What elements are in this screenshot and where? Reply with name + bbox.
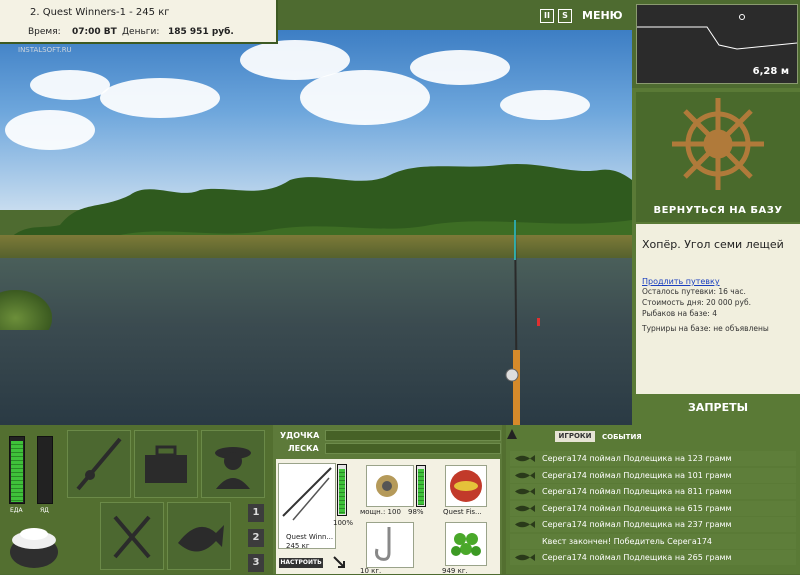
setup-button[interactable]: НАСТРОИТЬ bbox=[279, 558, 323, 568]
food-pot-icon[interactable] bbox=[6, 518, 62, 570]
sound-button[interactable]: S bbox=[558, 9, 572, 23]
time-value: 07:00 ВТ bbox=[72, 27, 117, 37]
event-row: Серега174 поймал Подлещика на 811 грамм bbox=[510, 484, 796, 499]
line-tension-label: ЛЕСКА bbox=[288, 444, 319, 453]
food-fill bbox=[11, 441, 23, 502]
event-row: Квест закончен! Победитель Серега174 bbox=[510, 533, 796, 549]
base-info-panel: Хопёр. Угол семи лещей Продлить путевку … bbox=[636, 224, 800, 394]
reel-power-label: мощн.: 100 bbox=[360, 508, 401, 516]
bait-slot[interactable] bbox=[445, 522, 487, 566]
slot-3-button[interactable]: 3 bbox=[248, 554, 264, 572]
kitchen-button[interactable] bbox=[100, 502, 164, 570]
lure-slot[interactable] bbox=[445, 465, 487, 507]
event-text: Серега174 поймал Подлещика на 265 грамм bbox=[542, 553, 732, 562]
fish-icon bbox=[178, 525, 224, 552]
rod-name: Quest Winn... bbox=[286, 533, 334, 541]
catch-button[interactable] bbox=[167, 502, 231, 570]
return-to-base-button[interactable]: ВЕРНУТЬСЯ НА БАЗУ bbox=[636, 205, 800, 216]
time-label: Время: bbox=[28, 27, 61, 37]
info-line: Стоимость дня: 20 000 руб. bbox=[642, 298, 751, 307]
rod-tension-bar bbox=[325, 430, 501, 441]
depth-value: 6,28 м bbox=[752, 66, 789, 77]
fish-icon bbox=[515, 554, 535, 561]
rod-weight: 245 кг bbox=[286, 542, 310, 550]
lure-icon bbox=[450, 470, 482, 502]
fish-icon bbox=[515, 504, 535, 512]
rod-tension-label: УДОЧКА bbox=[280, 431, 320, 440]
reel-slot[interactable] bbox=[366, 465, 414, 507]
ship-wheel-icon bbox=[672, 98, 764, 190]
tackle-box-button[interactable] bbox=[134, 430, 198, 498]
rods-button[interactable] bbox=[67, 430, 131, 498]
slot-1-button[interactable]: 1 bbox=[248, 504, 264, 522]
rod-icon bbox=[76, 437, 122, 491]
expand-arrow-icon[interactable] bbox=[333, 556, 345, 568]
tab-events[interactable]: СОБЫТИЯ bbox=[602, 433, 642, 441]
knife-fork-icon bbox=[113, 515, 151, 559]
event-row: Серега174 поймал Подлещика на 123 грамм bbox=[510, 451, 796, 466]
fish-icon bbox=[515, 488, 535, 495]
collapse-arrow-icon[interactable] bbox=[506, 428, 518, 440]
event-text: Серега174 поймал Подлещика на 811 грамм bbox=[542, 487, 732, 496]
hook-icon bbox=[375, 527, 391, 561]
food-bar bbox=[9, 436, 25, 504]
line-tension-bar bbox=[325, 443, 501, 454]
poison-label: ЯД bbox=[40, 507, 49, 514]
event-row: Серега174 поймал Подлещика на 237 грамм bbox=[510, 517, 796, 532]
poison-bar bbox=[37, 436, 53, 504]
trip-info-panel: 2. Quest Winners-1 - 245 кг Время: 07:00… bbox=[0, 0, 278, 44]
slot-2-button[interactable]: 2 bbox=[248, 529, 264, 547]
event-row: Серега174 поймал Подлещика на 101 грамм bbox=[510, 467, 796, 483]
fisherman-icon bbox=[215, 447, 251, 489]
bans-button[interactable]: ЗАПРЕТЫ bbox=[636, 401, 800, 414]
peas-icon bbox=[451, 533, 481, 556]
fish-icon bbox=[515, 471, 535, 479]
base-emblem-area[interactable] bbox=[636, 92, 800, 222]
food-label: ЕДА bbox=[10, 507, 23, 514]
character-button[interactable] bbox=[201, 430, 265, 498]
reeds bbox=[0, 290, 52, 330]
info-line: Турниры на базе: не объявлены bbox=[642, 324, 769, 333]
fishing-rod[interactable] bbox=[490, 220, 540, 425]
fish-icon bbox=[515, 521, 535, 528]
rod-durability-bar bbox=[337, 464, 347, 516]
tackle-box-icon bbox=[145, 445, 187, 483]
reel-durability-bar bbox=[416, 465, 426, 507]
reel-icon bbox=[376, 475, 398, 497]
extend-permit-link[interactable]: Продлить путевку bbox=[642, 277, 794, 286]
event-text: Серега174 поймал Подлещика на 123 грамм bbox=[542, 454, 732, 463]
reel-value: 98% bbox=[408, 508, 424, 516]
watermark: INSTALSOFT.RU bbox=[18, 46, 72, 54]
hook-slot[interactable] bbox=[366, 522, 414, 568]
tab-players[interactable]: ИГРОКИ bbox=[555, 431, 595, 442]
fish-icon bbox=[515, 455, 535, 462]
rod-icon bbox=[282, 467, 332, 521]
event-text: Серега174 поймал Подлещика на 101 грамм bbox=[542, 470, 732, 480]
money-label: Деньги: bbox=[122, 27, 160, 37]
event-text: Серега174 поймал Подлещика на 615 грамм bbox=[542, 503, 732, 513]
pause-button[interactable]: II bbox=[540, 9, 554, 23]
event-row: Серега174 поймал Подлещика на 265 грамм bbox=[510, 550, 796, 565]
fishing-scene[interactable] bbox=[0, 30, 632, 425]
event-row: Серега174 поймал Подлещика на 615 грамм bbox=[510, 500, 796, 516]
rod-durability: 100% bbox=[333, 519, 354, 527]
event-text: Квест закончен! Победитель Серега174 bbox=[542, 536, 712, 546]
info-line: Осталось путевки: 16 час. bbox=[642, 287, 746, 296]
menu-button[interactable]: МЕНЮ bbox=[582, 9, 623, 22]
location-name: Хопёр. Угол семи лещей bbox=[642, 238, 784, 251]
money-value: 185 951 руб. bbox=[168, 27, 234, 37]
info-line: Рыбаков на базе: 4 bbox=[642, 309, 717, 318]
lure-label: Quest Fis... bbox=[443, 508, 482, 516]
trip-title: 2. Quest Winners-1 - 245 кг bbox=[30, 7, 170, 18]
event-text: Серега174 поймал Подлещика на 237 грамм bbox=[542, 520, 732, 529]
depth-map[interactable]: 6,28 м bbox=[636, 4, 798, 84]
